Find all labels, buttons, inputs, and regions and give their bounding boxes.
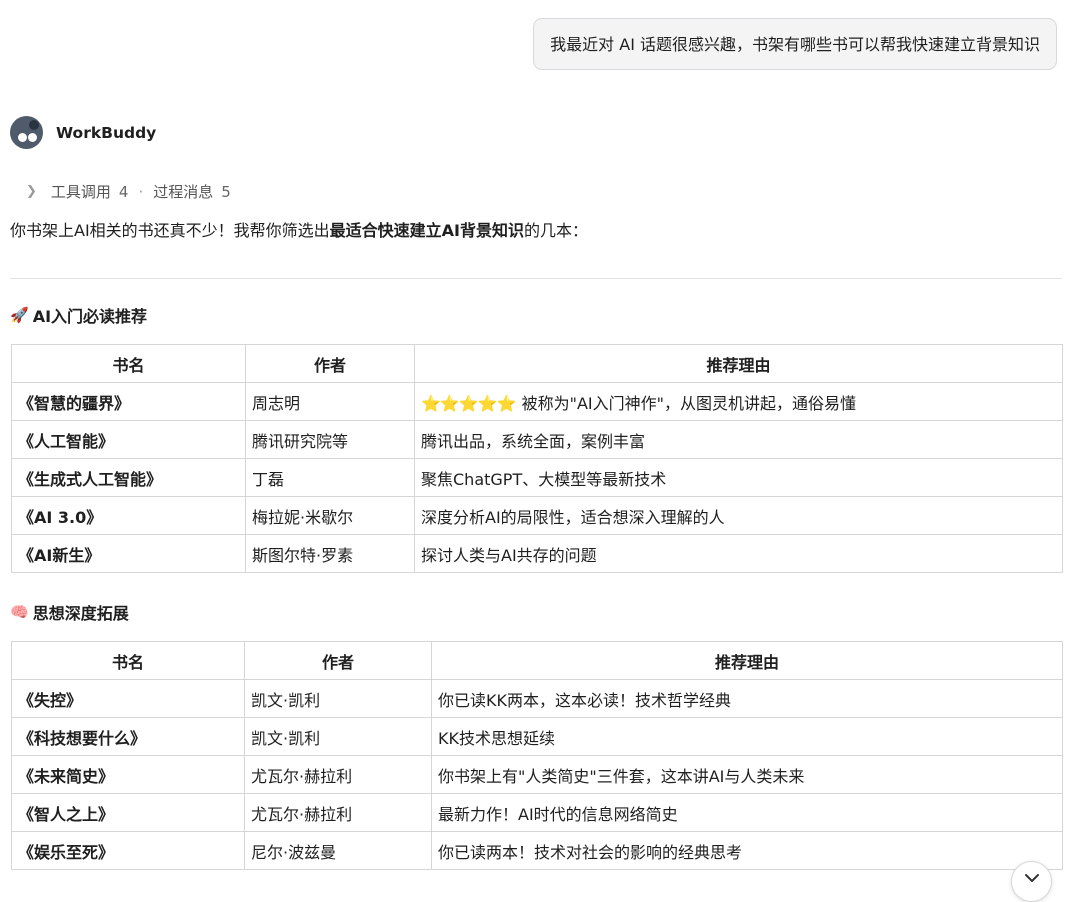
book-title: 《智慧的疆界》: [11, 382, 246, 421]
book-title: 《科技想要什么》: [11, 717, 245, 756]
book-reason: 聚焦ChatGPT、大模型等最新技术: [414, 458, 1063, 497]
book-reason: 你已读两本！技术对社会的影响的经典思考: [431, 831, 1063, 870]
book-reason: 腾讯出品，系统全面，案例丰富: [414, 420, 1063, 459]
book-reason: 你书架上有"人类简史"三件套，这本讲AI与人类未来: [431, 755, 1063, 794]
agent-avatar: [10, 116, 43, 149]
book-reason: 你已读KK两本，这本必读！技术哲学经典: [431, 679, 1063, 718]
column-header-title: 书名: [11, 344, 246, 383]
agent-name: WorkBuddy: [56, 123, 157, 142]
star-rating: ⭐⭐⭐⭐⭐: [421, 393, 517, 413]
book-reason: 深度分析AI的局限性，适合想深入理解的人: [414, 496, 1063, 535]
book-author: 周志明: [245, 382, 415, 421]
rocket-icon: 🚀: [10, 306, 29, 324]
book-author: 斯图尔特·罗素: [245, 534, 415, 573]
book-reason: 探讨人类与AI共存的问题: [414, 534, 1063, 573]
intro-paragraph: 你书架上AI相关的书还真不少！我帮你筛选出最适合快速建立AI背景知识的几本：: [10, 217, 588, 241]
table-row: 《生成式人工智能》 丁磊 聚焦ChatGPT、大模型等最新技术: [11, 458, 1063, 497]
agent-header: WorkBuddy: [10, 116, 156, 149]
tool-calls-count: 4: [118, 182, 129, 201]
table-row: 《AI新生》 斯图尔特·罗素 探讨人类与AI共存的问题: [11, 534, 1063, 573]
table-header-row: 书名 作者 推荐理由: [11, 344, 1063, 383]
book-reason-text: 被称为"AI入门神作"，从图灵机讲起，通俗易懂: [521, 393, 856, 413]
section-title-text: 思想深度拓展: [32, 604, 129, 623]
section-title-deep-thinking: 🧠 思想深度拓展: [10, 600, 129, 624]
column-header-author: 作者: [244, 641, 432, 680]
book-title: 《人工智能》: [11, 420, 246, 459]
table-row: 《科技想要什么》 凯文·凯利 KK技术思想延续: [11, 717, 1063, 756]
book-author: 尤瓦尔·赫拉利: [244, 755, 432, 794]
intro-prefix: 你书架上AI相关的书还真不少！我帮你筛选出: [10, 221, 330, 240]
tool-calls-label: 工具调用: [50, 183, 111, 201]
table-row: 《未来简史》 尤瓦尔·赫拉利 你书架上有"人类简史"三件套，这本讲AI与人类未来: [11, 755, 1063, 794]
book-author: 梅拉妮·米歇尔: [245, 496, 415, 535]
intro-suffix: 的几本：: [524, 221, 589, 240]
user-message-text: 我最近对 AI 话题很感兴趣，书架有哪些书可以帮我快速建立背景知识: [550, 35, 1040, 54]
column-header-title: 书名: [11, 641, 245, 680]
section-title-text: AI入门必读推荐: [32, 307, 148, 326]
book-author: 凯文·凯利: [244, 679, 432, 718]
table-row: 《智慧的疆界》 周志明 ⭐⭐⭐⭐⭐ 被称为"AI入门神作"，从图灵机讲起，通俗易懂: [11, 382, 1063, 421]
divider: [10, 278, 1062, 279]
book-title: 《娱乐至死》: [11, 831, 245, 870]
table-row: 《人工智能》 腾讯研究院等 腾讯出品，系统全面，案例丰富: [11, 420, 1063, 459]
book-author: 丁磊: [245, 458, 415, 497]
book-reason: 最新力作！AI时代的信息网络简史: [431, 793, 1063, 832]
books-table-ai-intro: 书名 作者 推荐理由 《智慧的疆界》 周志明 ⭐⭐⭐⭐⭐ 被称为"AI入门神作"，…: [11, 344, 1063, 573]
books-table-deep-thinking: 书名 作者 推荐理由 《失控》 凯文·凯利 你已读KK两本，这本必读！技术哲学经…: [11, 641, 1063, 870]
book-title: 《生成式人工智能》: [11, 458, 246, 497]
meta-separator: ·: [138, 182, 144, 201]
table-row: 《智人之上》 尤瓦尔·赫拉利 最新力作！AI时代的信息网络简史: [11, 793, 1063, 832]
book-reason: ⭐⭐⭐⭐⭐ 被称为"AI入门神作"，从图灵机讲起，通俗易懂: [414, 382, 1063, 421]
process-summary-toggle[interactable]: ❯ 工具调用 4 · 过程消息 5: [26, 181, 231, 202]
user-message-bubble: 我最近对 AI 话题很感兴趣，书架有哪些书可以帮我快速建立背景知识: [533, 18, 1057, 70]
book-author: 腾讯研究院等: [245, 420, 415, 459]
scroll-to-bottom-button[interactable]: [1011, 861, 1052, 902]
table-row: 《娱乐至死》 尼尔·波兹曼 你已读两本！技术对社会的影响的经典思考: [11, 831, 1063, 870]
book-title: 《智人之上》: [11, 793, 245, 832]
book-title: 《AI 3.0》: [11, 496, 246, 535]
intro-bold: 最适合快速建立AI背景知识: [329, 221, 525, 240]
chevron-right-icon: ❯: [26, 184, 37, 199]
book-reason: KK技术思想延续: [431, 717, 1063, 756]
column-header-reason: 推荐理由: [414, 344, 1063, 383]
book-title: 《未来简史》: [11, 755, 245, 794]
table-row: 《失控》 凯文·凯利 你已读KK两本，这本必读！技术哲学经典: [11, 679, 1063, 718]
process-messages-label: 过程消息: [153, 183, 214, 201]
column-header-reason: 推荐理由: [431, 641, 1063, 680]
section-title-ai-intro: 🚀 AI入门必读推荐: [10, 303, 147, 327]
chevron-down-icon: [1025, 874, 1039, 882]
book-author: 凯文·凯利: [244, 717, 432, 756]
table-header-row: 书名 作者 推荐理由: [11, 641, 1063, 680]
table-row: 《AI 3.0》 梅拉妮·米歇尔 深度分析AI的局限性，适合想深入理解的人: [11, 496, 1063, 535]
book-title: 《AI新生》: [11, 534, 246, 573]
book-author: 尼尔·波兹曼: [244, 831, 432, 870]
brain-icon: 🧠: [10, 603, 29, 621]
process-messages-count: 5: [221, 182, 231, 201]
book-title: 《失控》: [11, 679, 245, 718]
book-author: 尤瓦尔·赫拉利: [244, 793, 432, 832]
column-header-author: 作者: [245, 344, 415, 383]
